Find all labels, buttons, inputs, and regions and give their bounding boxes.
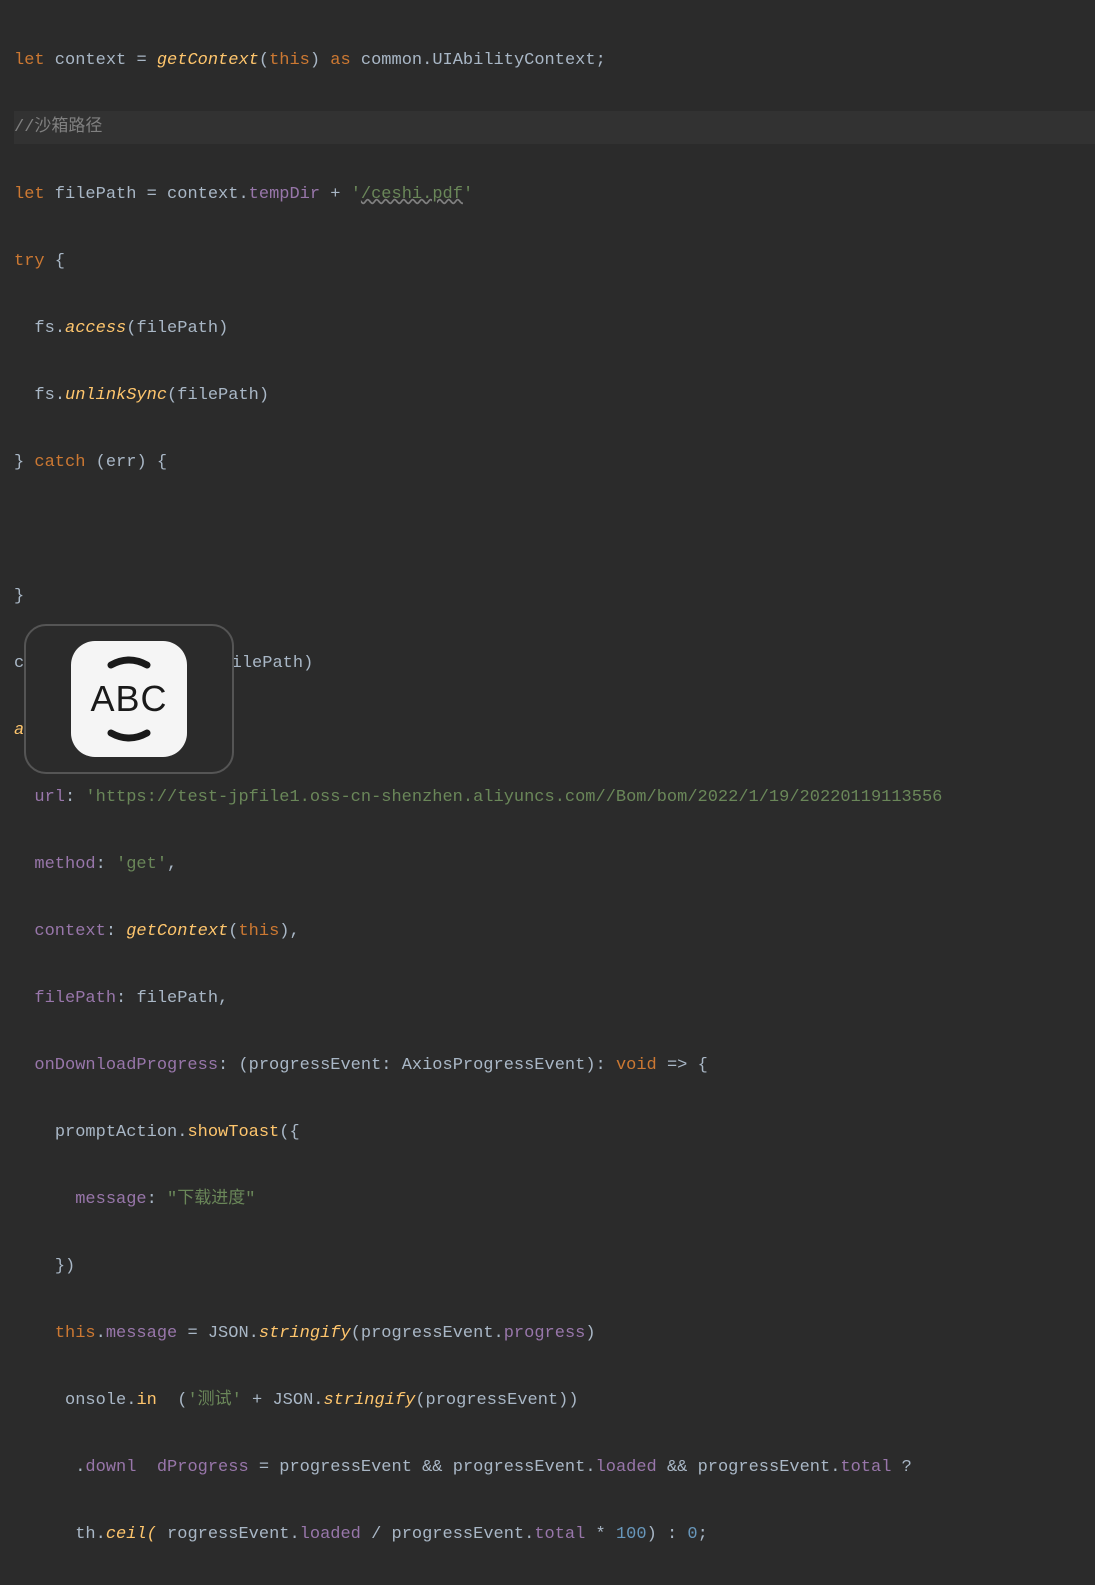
code-line: try { <box>14 245 1095 279</box>
ime-text: ABC <box>90 682 167 716</box>
code-line: url: 'https://test-jpfile1.oss-cn-shenzh… <box>14 781 1095 815</box>
code-line: let filePath = context.tempDir + '/ceshi… <box>14 178 1095 212</box>
code-line: let context = getContext(this) as common… <box>14 44 1095 78</box>
ime-icon: ABC <box>71 641 187 757</box>
code-line-highlighted: //沙箱路径 <box>14 111 1095 145</box>
code-line: promptAction.showToast({ <box>14 1116 1095 1150</box>
code-line: } catch (err) { <box>14 446 1095 480</box>
code-line: message: "下载进度" <box>14 1183 1095 1217</box>
code-line: fs.unlinkSync(filePath) <box>14 379 1095 413</box>
code-line: filePath: filePath, <box>14 982 1095 1016</box>
code-line: onDownloadProgress: (progressEvent: Axio… <box>14 1049 1095 1083</box>
code-line: fs.access(filePath) <box>14 312 1095 346</box>
code-editor[interactable]: let context = getContext(this) as common… <box>0 0 1095 1585</box>
code-line: method: 'get', <box>14 848 1095 882</box>
code-line: } <box>14 580 1095 614</box>
code-line: th.ceil( rogressEvent.loaded / progressE… <box>14 1518 1095 1552</box>
code-line: .downl dProgress = progressEvent && prog… <box>14 1451 1095 1485</box>
code-line <box>14 513 1095 547</box>
code-line: this.message = JSON.stringify(progressEv… <box>14 1317 1095 1351</box>
ime-widget[interactable]: ABC <box>24 624 234 774</box>
code-line: }) <box>14 1250 1095 1284</box>
code-line: context: getContext(this), <box>14 915 1095 949</box>
code-line: onsole.in ('测试' + JSON.stringify(progres… <box>14 1384 1095 1418</box>
